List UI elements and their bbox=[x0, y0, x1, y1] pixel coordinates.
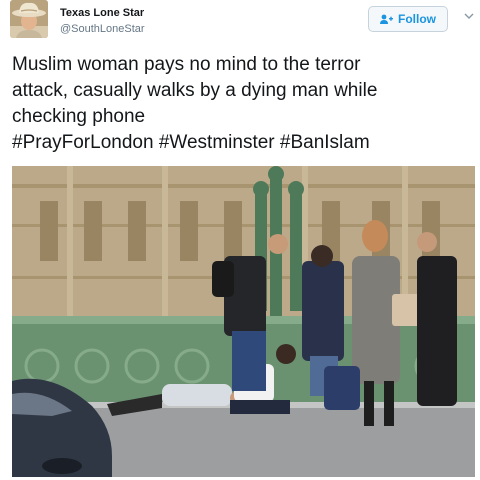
photo-westminster-bridge bbox=[12, 166, 475, 477]
follow-label: Follow bbox=[398, 12, 436, 26]
display-name[interactable]: Texas Lone Star bbox=[60, 7, 144, 19]
tweet-text-line: attack, casually walks by a dying man wh… bbox=[12, 80, 378, 101]
avatar[interactable] bbox=[10, 0, 48, 38]
tweet-photo[interactable] bbox=[12, 166, 475, 477]
hashtag-link[interactable]: #BanIslam bbox=[280, 132, 370, 153]
hashtag-link[interactable]: #PrayForLondon bbox=[12, 132, 154, 153]
follow-button[interactable]: Follow bbox=[368, 6, 448, 32]
tweet-text: Muslim woman pays no mind to the terror … bbox=[12, 52, 472, 156]
tweet-card: Texas Lone Star @SouthLoneStar Follow Mu… bbox=[0, 0, 480, 480]
avatar-image bbox=[10, 0, 48, 38]
tweet-text-line: Muslim woman pays no mind to the terror bbox=[12, 54, 361, 75]
hashtag-link[interactable]: #Westminster bbox=[159, 132, 275, 153]
tweet-text-line: checking phone bbox=[12, 106, 146, 127]
tweet-header: Texas Lone Star @SouthLoneStar Follow bbox=[0, 0, 480, 44]
add-person-icon bbox=[380, 14, 393, 24]
user-handle[interactable]: @SouthLoneStar bbox=[60, 23, 145, 35]
chevron-down-icon[interactable] bbox=[464, 12, 474, 20]
hashtag-line: #PrayForLondon #Westminster #BanIslam bbox=[12, 130, 472, 156]
